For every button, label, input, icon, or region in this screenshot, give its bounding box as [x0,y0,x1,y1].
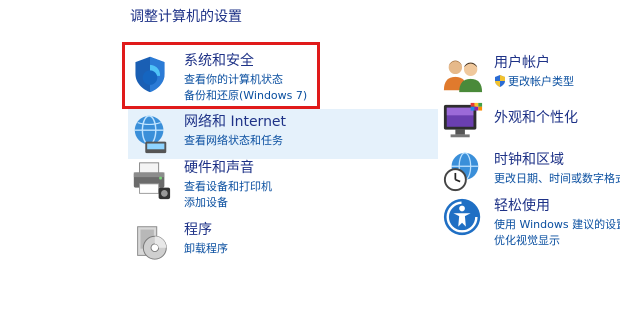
category-title[interactable]: 硬件和声音 [184,159,272,179]
link-windows-recommended-settings[interactable]: 使用 Windows 建议的设置 [494,217,620,233]
link-optimize-visual-display[interactable]: 优化视觉显示 [494,233,620,249]
page-title: 调整计算机的设置 [130,9,242,25]
uac-shield-icon [495,75,505,87]
users-icon [443,60,483,93]
category-title[interactable]: 程序 [184,221,228,241]
network-globe-icon [134,115,167,154]
link-uninstall-program[interactable]: 卸载程序 [184,241,228,257]
link-network-status[interactable]: 查看网络状态和任务 [184,133,286,149]
clock-globe-icon [443,152,479,192]
ease-of-access-icon [443,198,481,236]
programs-disc-icon [137,226,167,260]
monitor-palette-icon [443,102,483,138]
category-title[interactable]: 用户帐户 [494,54,574,74]
category-title[interactable]: 时钟和区域 [494,151,620,171]
link-label: 更改帐户类型 [508,75,574,88]
link-add-device[interactable]: 添加设备 [184,195,272,211]
link-change-date-time-format[interactable]: 更改日期、时间或数字格式 [494,171,620,187]
link-devices-printers[interactable]: 查看设备和打印机 [184,179,272,195]
category-title[interactable]: 外观和个性化 [494,109,578,129]
category-title[interactable]: 轻松使用 [494,197,620,217]
category-title[interactable]: 网络和 Internet [184,113,286,133]
highlight-box [122,42,320,109]
printer-icon [133,162,171,200]
link-change-account-type[interactable]: 更改帐户类型 [494,74,574,90]
